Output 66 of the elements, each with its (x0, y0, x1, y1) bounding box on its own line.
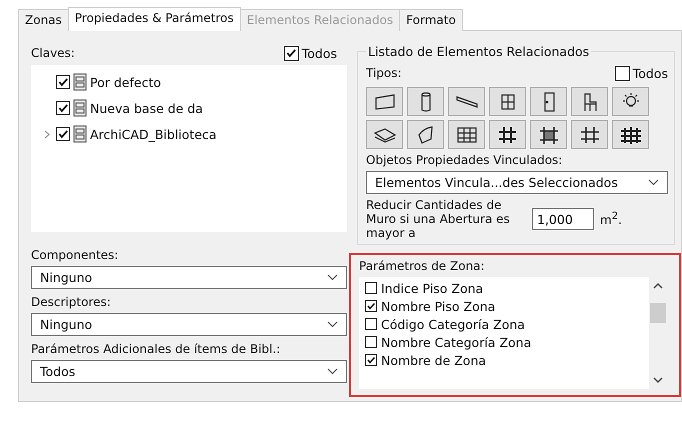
checklist-item-label[interactable]: Nombre de Zona (381, 352, 486, 368)
zone-params-label: Parámetros de Zona: (359, 259, 486, 273)
checkbox[interactable] (56, 127, 70, 141)
checkbox-label: Todos (302, 46, 337, 60)
cabinet-icon (73, 73, 87, 91)
checkbox[interactable] (56, 101, 70, 115)
tree-item-label[interactable]: Por defecto (90, 74, 161, 90)
cabinet-icon (73, 125, 87, 143)
cabinet-icon (73, 99, 87, 117)
chevron-down-icon (327, 368, 338, 375)
tab[interactable]: Zonas (18, 9, 69, 31)
type-button[interactable] (448, 87, 485, 116)
type-button[interactable] (448, 120, 485, 149)
checkbox[interactable] (284, 46, 299, 60)
type-button[interactable] (489, 120, 526, 149)
checklist-item-label[interactable]: Nombre Piso Zona (381, 298, 496, 314)
scroll-down-icon[interactable] (653, 377, 663, 383)
checkbox[interactable] (365, 318, 377, 330)
chevron-down-icon (327, 274, 338, 281)
checkbox[interactable] (56, 75, 70, 89)
type-button[interactable] (366, 120, 403, 149)
type-button[interactable] (571, 120, 608, 149)
scrollbar-thumb[interactable] (650, 303, 666, 323)
claves-label: Claves: (31, 46, 75, 60)
checkbox-label: Todos (632, 66, 668, 80)
dense-grid-icon (618, 124, 642, 144)
reduce-label: Reducir Cantidades de Muro si una Abertura es mayor a (366, 198, 511, 240)
group-title: Listado de Elementos Relacionados (366, 44, 592, 59)
type-button[interactable] (530, 87, 567, 116)
types-label: Tipos: (366, 66, 402, 80)
checkbox[interactable] (365, 300, 377, 312)
tree-item-label[interactable]: Nueva base de da (90, 100, 203, 116)
unit-label: m$^{2}$. (600, 211, 622, 227)
dropdown[interactable]: Ninguno (31, 313, 347, 336)
checklist-item-label[interactable]: Nombre Categoría Zona (381, 334, 532, 350)
chevron-down-icon (648, 179, 659, 186)
checklist-item-label[interactable]: Código Categoría Zona (381, 316, 525, 332)
curtain-wall-icon (454, 124, 478, 144)
field-label: Componentes: (31, 248, 120, 262)
type-button[interactable] (489, 87, 526, 116)
type-button[interactable] (407, 120, 444, 149)
dropdown[interactable]: Ninguno (31, 266, 347, 289)
type-button[interactable] (612, 120, 649, 149)
tab[interactable]: Formato (399, 9, 463, 31)
dropdown[interactable]: Todos (31, 360, 347, 383)
checkbox[interactable] (614, 66, 630, 80)
scroll-up-icon[interactable] (653, 283, 663, 289)
chevron-down-icon (327, 321, 338, 328)
checkbox[interactable] (365, 354, 377, 366)
chevron-right-icon[interactable] (44, 130, 50, 138)
wall-icon (372, 92, 396, 112)
type-button[interactable] (407, 87, 444, 116)
type-button[interactable] (612, 87, 649, 116)
checklist-item-label[interactable]: Indice Piso Zona (381, 280, 484, 296)
dropdown[interactable]: Elementos Vincula...des Seleccionados (366, 171, 668, 194)
type-button[interactable] (571, 87, 608, 116)
area-input[interactable]: 1,000 (532, 208, 594, 230)
checkbox[interactable] (365, 336, 377, 348)
type-button[interactable] (366, 87, 403, 116)
tab[interactable]: Propiedades & Parámetros (68, 7, 241, 31)
field-label: Parámetros Adicionales de ítems de Bibl.: (31, 342, 282, 356)
field-label: Descriptores: (31, 295, 112, 309)
checkbox[interactable] (365, 282, 377, 294)
type-button[interactable] (530, 120, 567, 149)
field-label: Objetos Propiedades Vinculados: (366, 153, 564, 167)
tree-item-label[interactable]: ArchiCAD_Biblioteca (90, 126, 217, 142)
